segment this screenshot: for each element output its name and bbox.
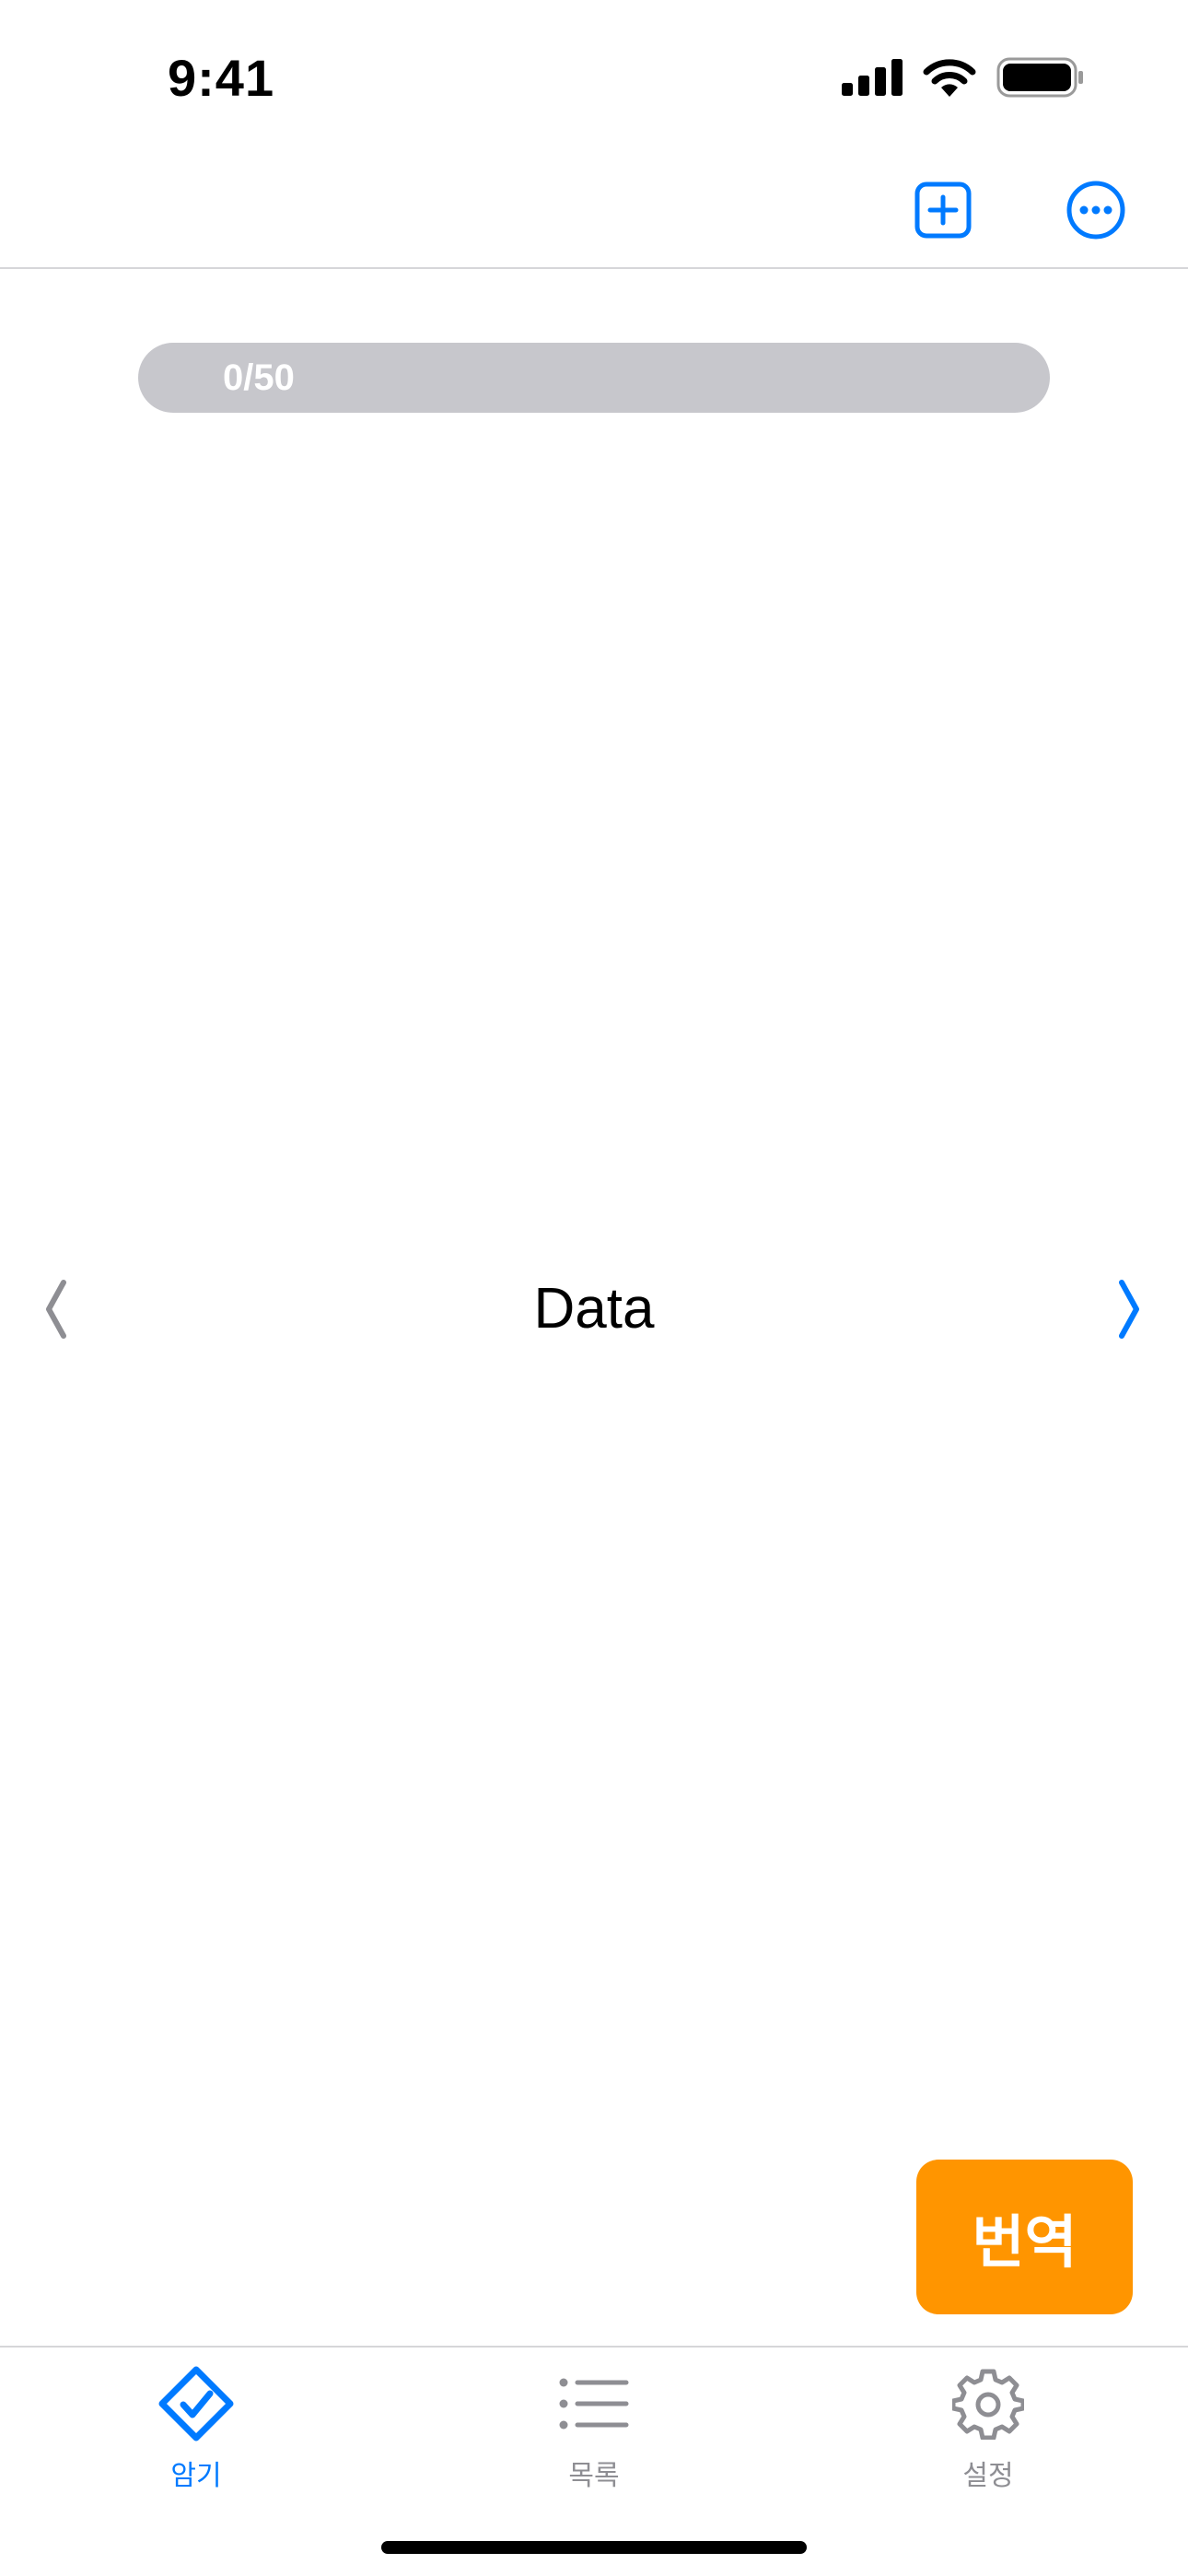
checkmark-diamond-icon bbox=[155, 2362, 238, 2445]
plus-square-icon bbox=[914, 181, 972, 243]
tab-list-label: 목록 bbox=[568, 2461, 620, 2491]
status-bar: 9:41 bbox=[0, 0, 1188, 157]
progress-label: 0/50 bbox=[223, 357, 295, 398]
tab-settings-label: 설정 bbox=[962, 2461, 1014, 2491]
tab-memorize[interactable]: 암기 bbox=[104, 2362, 288, 2500]
translate-button[interactable]: 번역 bbox=[916, 2160, 1133, 2314]
progress-bar: 0/50 bbox=[138, 343, 1050, 413]
more-options-button[interactable] bbox=[1061, 177, 1131, 247]
gear-icon bbox=[947, 2362, 1030, 2445]
status-time: 9:41 bbox=[168, 49, 275, 107]
battery-icon bbox=[996, 57, 1085, 102]
next-word-button[interactable] bbox=[1098, 1271, 1162, 1351]
cellular-signal-icon bbox=[842, 59, 903, 100]
tab-memorize-label: 암기 bbox=[170, 2461, 222, 2491]
add-word-button[interactable] bbox=[908, 177, 978, 247]
list-bullet-icon bbox=[553, 2362, 635, 2445]
word-text[interactable]: Data bbox=[0, 1268, 1188, 1351]
chevron-right-icon bbox=[1116, 1279, 1144, 1344]
app-screen: 9:41 0/50 Data 번역 암기 목록 설정 bbox=[0, 0, 1188, 2576]
home-indicator bbox=[381, 2541, 807, 2554]
ellipsis-circle-icon bbox=[1066, 180, 1126, 245]
tab-list[interactable]: 목록 bbox=[502, 2362, 686, 2500]
wifi-icon bbox=[923, 58, 976, 101]
tab-settings[interactable]: 설정 bbox=[896, 2362, 1080, 2500]
status-icons bbox=[842, 57, 1085, 102]
navigation-bar bbox=[0, 157, 1188, 269]
